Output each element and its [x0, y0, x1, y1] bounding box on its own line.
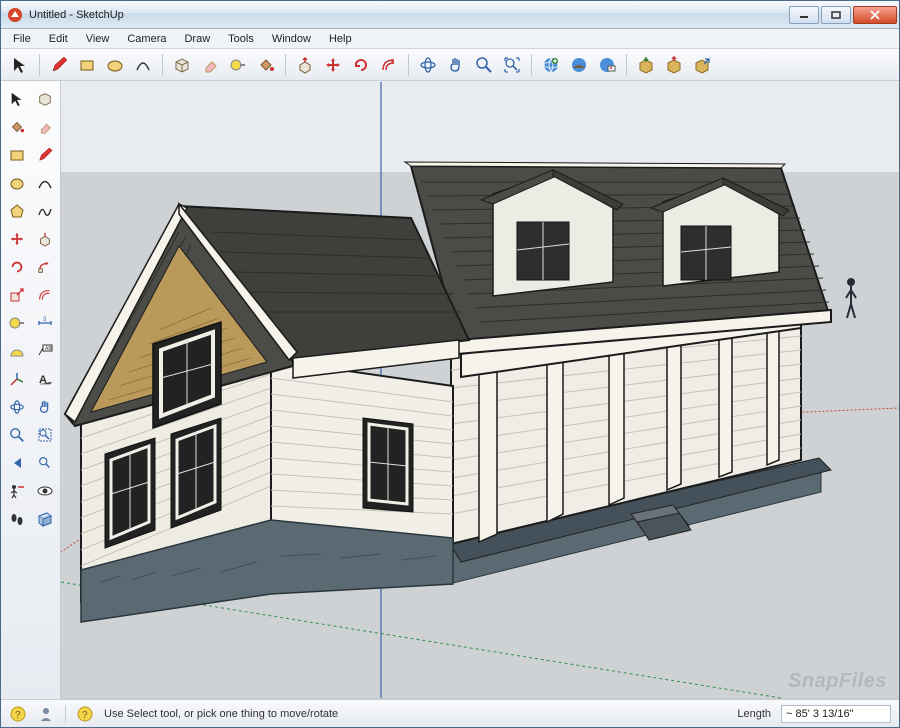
menu-edit[interactable]: Edit — [41, 31, 76, 47]
toolbar-separator — [626, 54, 627, 76]
top-toolbar — [1, 49, 899, 81]
paint-bucket-icon[interactable] — [253, 52, 279, 78]
protractor-icon[interactable] — [3, 337, 31, 365]
eraser-icon[interactable] — [197, 52, 223, 78]
titlebar: Untitled - SketchUp — [1, 1, 899, 29]
zoom-window-icon[interactable] — [31, 421, 59, 449]
eraser-icon[interactable] — [31, 113, 59, 141]
svg-text:?: ? — [15, 710, 21, 721]
svg-text:AB: AB — [45, 346, 52, 352]
rectangle-icon[interactable] — [74, 52, 100, 78]
select-arrow-icon[interactable] — [7, 52, 33, 78]
followme-icon[interactable] — [31, 253, 59, 281]
photo-textures-icon[interactable] — [594, 52, 620, 78]
status-hint: Use Select tool, or pick one thing to mo… — [104, 708, 727, 720]
offset-icon[interactable] — [376, 52, 402, 78]
orbit-icon[interactable] — [415, 52, 441, 78]
text-label-icon[interactable]: AB — [31, 337, 59, 365]
window-frame: Untitled - SketchUp File Edit View Camer… — [0, 0, 900, 728]
toolbar-separator — [531, 54, 532, 76]
arc-icon[interactable] — [31, 169, 59, 197]
svg-text:3: 3 — [43, 317, 47, 323]
menu-help[interactable]: Help — [321, 31, 360, 47]
pencil-icon[interactable] — [31, 141, 59, 169]
menubar: File Edit View Camera Draw Tools Window … — [1, 29, 899, 49]
rotate-icon[interactable] — [348, 52, 374, 78]
toolbar-separator — [39, 54, 40, 76]
move-icon[interactable] — [320, 52, 346, 78]
scale-icon[interactable] — [3, 281, 31, 309]
tape-measure-icon[interactable] — [3, 309, 31, 337]
status-info-icon[interactable]: ? — [9, 705, 27, 723]
position-camera-icon[interactable] — [3, 477, 31, 505]
svg-text:?: ? — [82, 710, 88, 721]
menu-tools[interactable]: Tools — [220, 31, 262, 47]
statusbar: ? ? Use Select tool, or pick one thing t… — [1, 699, 899, 727]
zoom-icon[interactable] — [3, 421, 31, 449]
menu-draw[interactable]: Draw — [176, 31, 218, 47]
minimize-button[interactable] — [789, 6, 819, 24]
close-button[interactable] — [853, 6, 897, 24]
scene-canvas — [61, 81, 899, 699]
walk-icon[interactable] — [3, 505, 31, 533]
window-controls — [787, 6, 897, 24]
toggle-terrain-icon[interactable] — [566, 52, 592, 78]
make-component-icon[interactable] — [169, 52, 195, 78]
toolbar-separator — [285, 54, 286, 76]
previous-icon[interactable] — [3, 449, 31, 477]
status-separator — [65, 705, 66, 723]
add-location-icon[interactable] — [538, 52, 564, 78]
status-person-icon[interactable] — [37, 705, 55, 723]
dimension-icon[interactable]: 3 — [31, 309, 59, 337]
zoom-icon[interactable] — [471, 52, 497, 78]
status-help-icon[interactable]: ? — [76, 705, 94, 723]
menu-camera[interactable]: Camera — [119, 31, 174, 47]
status-length-value: ~ 85' 3 13/16" — [781, 705, 891, 723]
window-title: Untitled - SketchUp — [29, 9, 787, 21]
make-component-icon[interactable] — [31, 85, 59, 113]
orbit-icon[interactable] — [3, 393, 31, 421]
app-icon — [7, 7, 23, 23]
pencil-icon[interactable] — [46, 52, 72, 78]
side-toolbox: 3 AB A — [1, 81, 61, 699]
toolbar-separator — [408, 54, 409, 76]
look-around-icon[interactable] — [31, 477, 59, 505]
select-arrow-icon[interactable] — [3, 85, 31, 113]
push-pull-icon[interactable] — [292, 52, 318, 78]
viewport-3d[interactable]: SnapFiles — [61, 81, 899, 699]
menu-file[interactable]: File — [5, 31, 39, 47]
axes-icon[interactable] — [3, 365, 31, 393]
push-pull-icon[interactable] — [31, 225, 59, 253]
3d-text-icon[interactable]: A — [31, 365, 59, 393]
status-length-label: Length — [737, 708, 771, 720]
zoom-extents-icon[interactable] — [499, 52, 525, 78]
share-model-icon[interactable] — [661, 52, 687, 78]
circle-icon[interactable] — [3, 169, 31, 197]
pan-icon[interactable] — [31, 393, 59, 421]
arc-icon[interactable] — [130, 52, 156, 78]
content-area: 3 AB A — [1, 81, 899, 699]
circle-icon[interactable] — [102, 52, 128, 78]
rectangle-icon[interactable] — [3, 141, 31, 169]
paint-bucket-icon[interactable] — [3, 113, 31, 141]
menu-view[interactable]: View — [78, 31, 118, 47]
maximize-button[interactable] — [821, 6, 851, 24]
move-icon[interactable] — [3, 225, 31, 253]
get-models-icon[interactable] — [633, 52, 659, 78]
menu-window[interactable]: Window — [264, 31, 319, 47]
pan-icon[interactable] — [443, 52, 469, 78]
toolbar-separator — [162, 54, 163, 76]
tape-measure-icon[interactable] — [225, 52, 251, 78]
polygon-icon[interactable] — [3, 197, 31, 225]
freehand-icon[interactable] — [31, 197, 59, 225]
zoom-extents-icon[interactable] — [31, 449, 59, 477]
export-icon[interactable] — [689, 52, 715, 78]
section-plane-icon[interactable] — [31, 505, 59, 533]
offset-icon[interactable] — [31, 281, 59, 309]
rotate-icon[interactable] — [3, 253, 31, 281]
